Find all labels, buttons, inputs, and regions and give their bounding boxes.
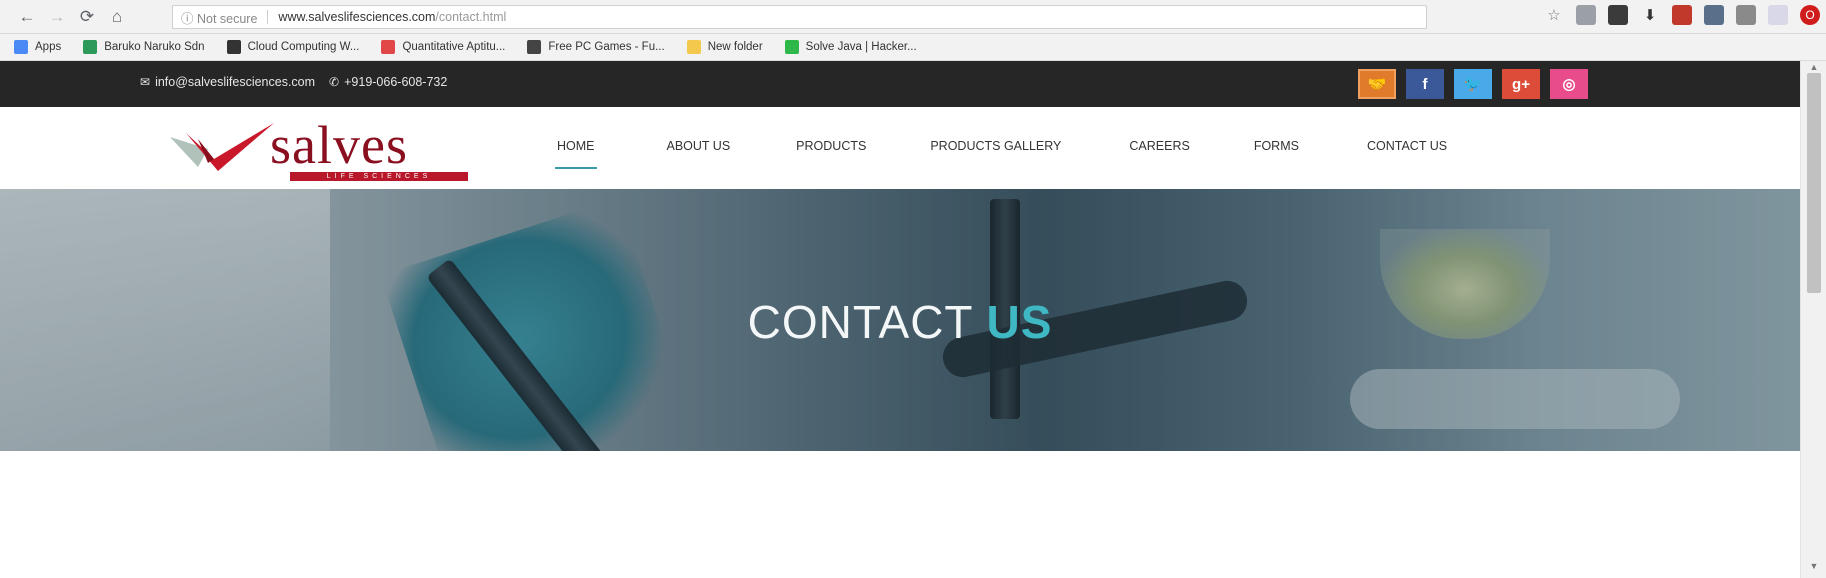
- bookmark-icon: [784, 40, 799, 54]
- social-links: 🤝 f 🐦 g+ ◎: [1358, 69, 1588, 99]
- extension-icons: ☆ ⬇ O: [1544, 5, 1820, 25]
- nav-contact-us[interactable]: CONTACT US: [1367, 139, 1447, 153]
- address-bar[interactable]: ⓘ Not secure www.salveslifesciences.com /…: [172, 5, 1427, 29]
- nav-forms[interactable]: FORMS: [1254, 139, 1299, 153]
- bookmark-item[interactable]: Apps: [14, 40, 61, 54]
- forward-icon[interactable]: →: [44, 4, 70, 30]
- twitter-icon[interactable]: 🐦: [1454, 69, 1492, 99]
- security-indicator[interactable]: ⓘ Not secure: [181, 8, 257, 27]
- omnibox-divider: [267, 10, 269, 24]
- bookmark-label: Quantitative Aptitu...: [402, 41, 506, 53]
- dribbble-icon[interactable]: ◎: [1550, 69, 1588, 99]
- scroll-up-icon[interactable]: ▲: [1808, 63, 1820, 72]
- bookmark-label: Solve Java | Hacker...: [805, 41, 917, 53]
- bookmark-item[interactable]: Baruko Naruko Sdn: [83, 40, 205, 54]
- cast-icon[interactable]: [1576, 5, 1596, 25]
- site-topbar: ✉ info@salveslifesciences.com ✆ +919-066…: [0, 61, 1800, 107]
- page-title-light: CONTACT: [747, 296, 987, 348]
- site-header: salves LIFE SCIENCES HOME ABOUT US PRODU…: [0, 107, 1800, 189]
- bookmark-label: New folder: [707, 41, 763, 53]
- url-path: /contact.html: [435, 10, 507, 24]
- bookmark-icon: [14, 40, 28, 54]
- nav-products-gallery[interactable]: PRODUCTS GALLERY: [930, 139, 1061, 153]
- opera-icon[interactable]: O: [1800, 5, 1820, 25]
- contact-info: ✉ info@salveslifesciences.com ✆ +919-066…: [140, 75, 447, 89]
- back-icon[interactable]: ←: [14, 4, 40, 30]
- google-plus-icon[interactable]: g+: [1502, 69, 1540, 99]
- bookmark-icon: [527, 40, 542, 54]
- logo-tagline: LIFE SCIENCES: [290, 172, 468, 181]
- nav-careers[interactable]: CAREERS: [1129, 139, 1189, 153]
- extension-icon[interactable]: [1672, 5, 1692, 25]
- phone-icon: ✆: [329, 75, 340, 89]
- site-logo[interactable]: salves LIFE SCIENCES: [168, 117, 478, 181]
- bookmark-item[interactable]: New folder: [686, 40, 763, 54]
- star-icon[interactable]: ☆: [1544, 5, 1564, 25]
- nav-about-us[interactable]: ABOUT US: [667, 139, 731, 153]
- bookmark-item[interactable]: Solve Java | Hacker...: [784, 40, 917, 54]
- extension-icon[interactable]: [1704, 5, 1724, 25]
- reload-icon[interactable]: ⟳: [74, 4, 100, 30]
- page-scrollbar[interactable]: ▲ ▼: [1800, 61, 1826, 578]
- bookmark-icon: [686, 40, 701, 54]
- main-nav: HOME ABOUT US PRODUCTS PRODUCTS GALLERY …: [555, 139, 1447, 169]
- logo-wordmark: salves: [270, 115, 408, 175]
- bookmark-icon: [83, 40, 98, 54]
- page-title: CONTACT US: [0, 295, 1800, 349]
- browser-toolbar: ← → ⟳ ⌂ ⓘ Not secure www.salveslifescien…: [0, 0, 1826, 34]
- phone-number[interactable]: +919-066-608-732: [344, 75, 447, 89]
- url-host: www.salveslifesciences.com: [278, 10, 436, 24]
- extension-icon[interactable]: [1736, 5, 1756, 25]
- bookmarks-bar: Apps Baruko Naruko Sdn Cloud Computing W..…: [0, 34, 1826, 61]
- bookmark-item[interactable]: Quantitative Aptitu...: [381, 40, 505, 54]
- extension-icon[interactable]: [1608, 5, 1628, 25]
- scroll-down-icon[interactable]: ▼: [1808, 562, 1820, 571]
- bookmark-label: Cloud Computing W...: [247, 41, 360, 53]
- email-link[interactable]: info@salveslifesciences.com: [155, 75, 315, 89]
- bookmark-icon: [381, 40, 396, 54]
- envelope-icon: ✉: [140, 75, 151, 89]
- page-title-bold: US: [986, 296, 1053, 348]
- bookmark-label: Baruko Naruko Sdn: [104, 41, 205, 53]
- bookmark-item[interactable]: Free PC Games - Fu...: [527, 40, 665, 54]
- extension-icon[interactable]: [1768, 5, 1788, 25]
- logo-mark-icon: [170, 123, 274, 171]
- bookmark-icon: [226, 40, 241, 54]
- scroll-thumb[interactable]: [1807, 73, 1821, 293]
- bookmark-label: Apps: [35, 41, 62, 53]
- handshake-icon[interactable]: 🤝: [1358, 69, 1396, 99]
- nav-products[interactable]: PRODUCTS: [796, 139, 866, 153]
- facebook-icon[interactable]: f: [1406, 69, 1444, 99]
- bookmark-label: Free PC Games - Fu...: [548, 41, 665, 53]
- home-icon[interactable]: ⌂: [104, 4, 130, 30]
- download-icon[interactable]: ⬇: [1640, 5, 1660, 25]
- bookmark-item[interactable]: Cloud Computing W...: [226, 40, 360, 54]
- hero-banner: CONTACT US: [0, 189, 1800, 451]
- nav-home[interactable]: HOME: [555, 139, 596, 169]
